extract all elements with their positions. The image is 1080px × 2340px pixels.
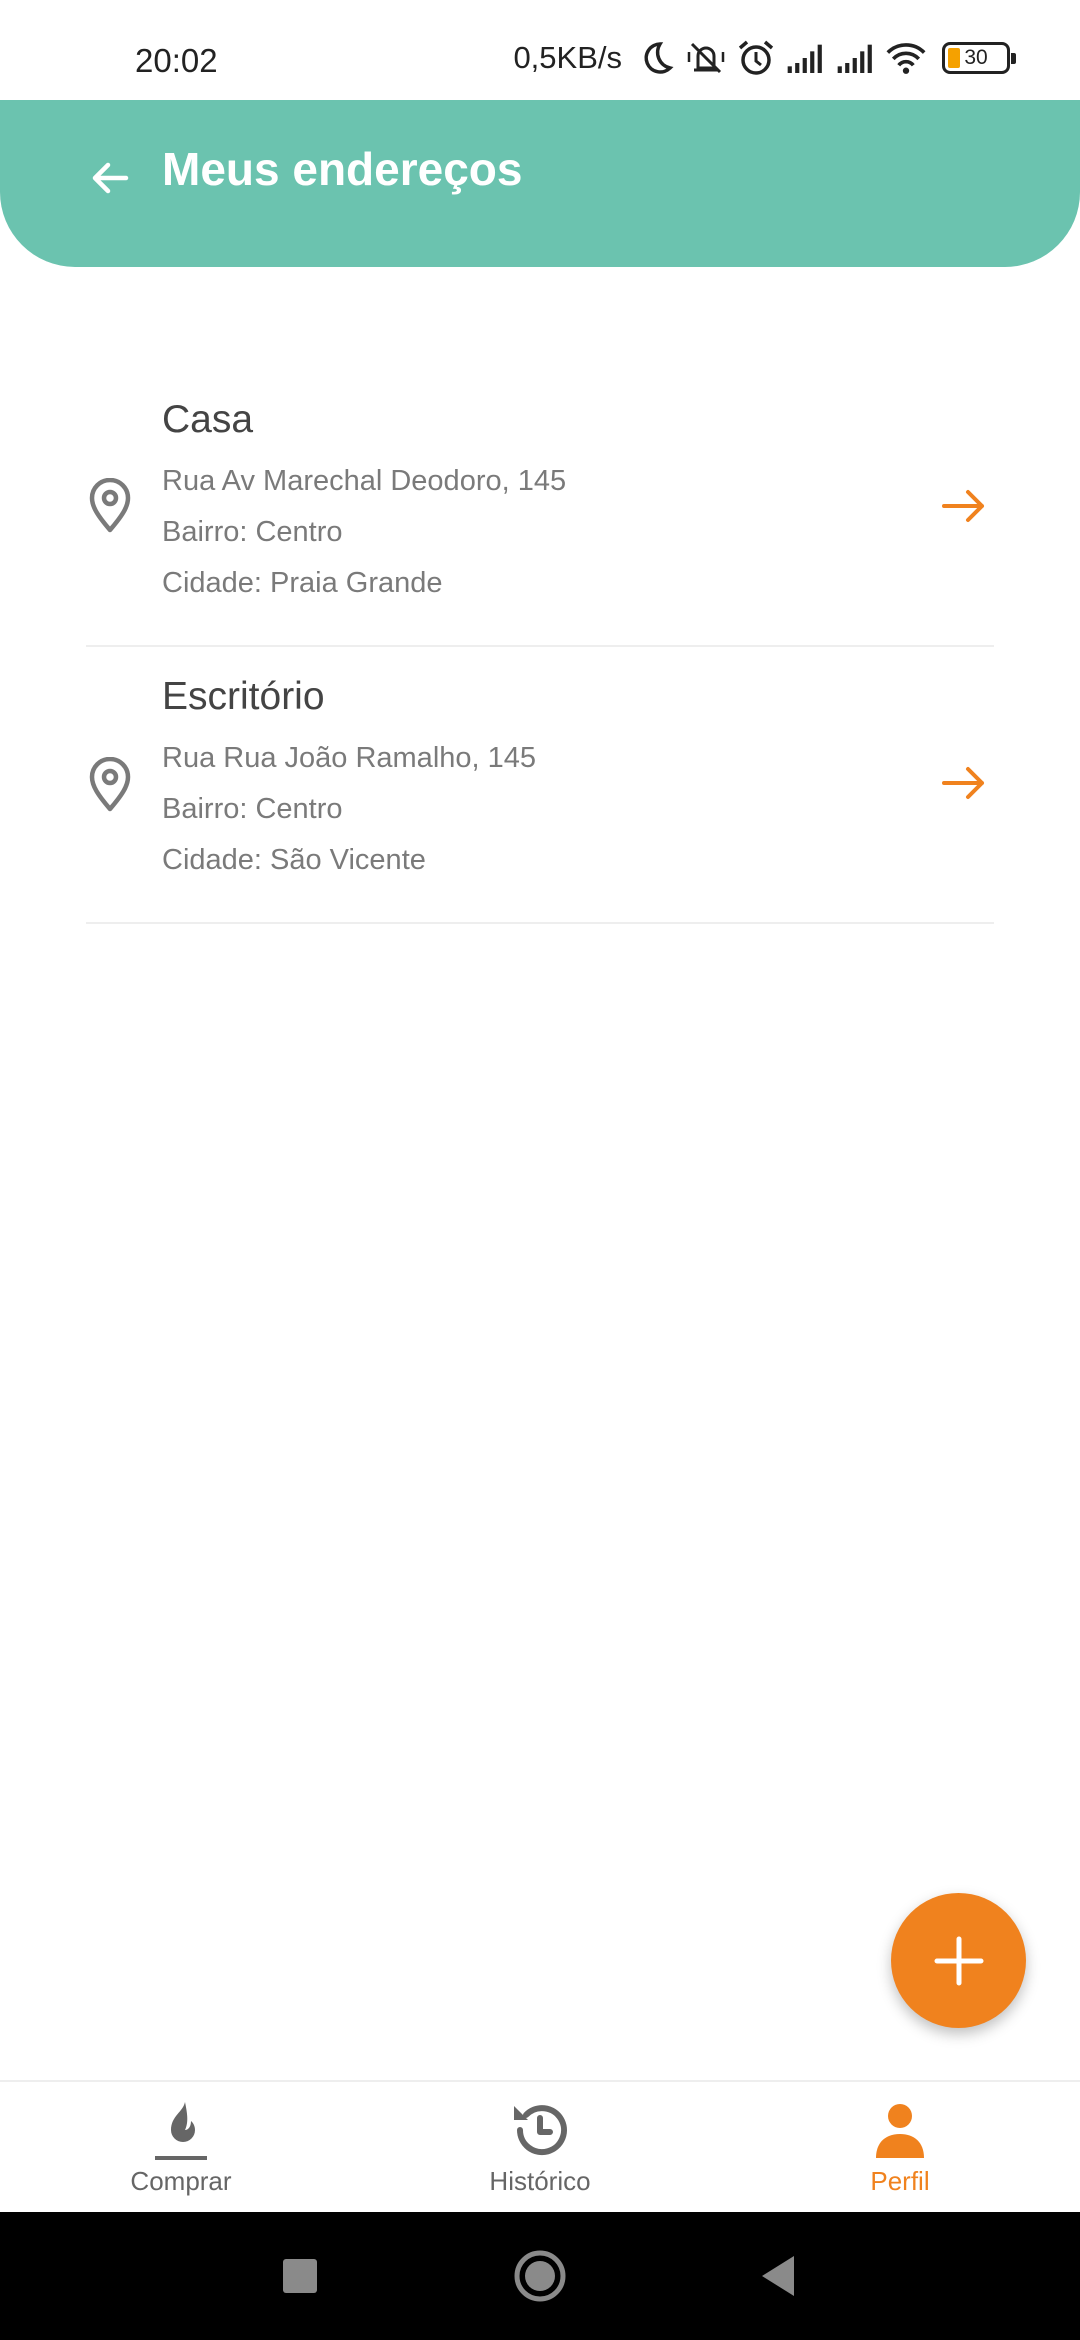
history-icon xyxy=(514,2105,567,2156)
add-address-button[interactable] xyxy=(891,1893,1026,2028)
address-list: Casa Rua Av Marechal Deodoro, 145 Bairro… xyxy=(86,370,994,924)
arrow-left-icon xyxy=(92,162,129,194)
location-pin-icon xyxy=(89,757,131,812)
person-icon xyxy=(876,2104,924,2158)
address-neighborhood: Bairro: Centro xyxy=(162,793,343,825)
address-street: Rua Rua João Ramalho, 145 xyxy=(162,742,537,774)
status-icons: 0,5KB/s 30 xyxy=(513,38,1016,78)
nav-label: Histórico xyxy=(489,2166,591,2196)
page-title: Meus endereços xyxy=(162,143,523,195)
arrow-right-icon[interactable] xyxy=(938,480,990,532)
signal-icon xyxy=(837,44,872,73)
address-neighborhood: Bairro: Centro xyxy=(162,516,343,548)
nav-item-perfil[interactable]: Perfil xyxy=(790,2098,1010,2197)
battery-icon: 30 xyxy=(942,42,1016,74)
network-speed: 0,5KB/s xyxy=(513,40,622,75)
back-icon[interactable] xyxy=(750,2248,806,2304)
arrow-right-icon[interactable] xyxy=(938,757,990,809)
address-city: Cidade: São Vicente xyxy=(162,844,426,876)
plus-icon xyxy=(934,1936,983,1985)
app-header: Meus endereços xyxy=(0,100,1080,267)
alarm-icon xyxy=(738,40,774,75)
address-name: Escritório xyxy=(162,675,325,718)
status-bar: 20:02 0,5KB/s 30 xyxy=(0,0,1080,100)
recents-icon[interactable] xyxy=(272,2248,328,2304)
signal-icon xyxy=(787,44,822,73)
address-item[interactable]: Casa Rua Av Marechal Deodoro, 145 Bairro… xyxy=(86,370,994,647)
bottom-nav: Comprar Histórico Perfil xyxy=(0,2080,1080,2212)
address-item[interactable]: Escritório Rua Rua João Ramalho, 145 Bai… xyxy=(86,647,994,924)
battery-level: 30 xyxy=(964,46,988,69)
nav-item-comprar[interactable]: Comprar xyxy=(71,2098,291,2197)
status-time: 20:02 xyxy=(135,42,218,79)
nav-item-historico[interactable]: Histórico xyxy=(430,2098,650,2197)
flame-icon xyxy=(155,2102,207,2160)
address-name: Casa xyxy=(162,398,254,441)
nav-label: Comprar xyxy=(130,2166,232,2196)
address-city: Cidade: Praia Grande xyxy=(162,567,443,599)
home-icon[interactable] xyxy=(512,2248,568,2304)
address-street: Rua Av Marechal Deodoro, 145 xyxy=(162,465,567,497)
system-nav-bar xyxy=(0,2212,1080,2340)
vibrate-off-icon xyxy=(687,42,725,74)
nav-label: Perfil xyxy=(870,2166,930,2196)
address-details: Casa Rua Av Marechal Deodoro, 145 Bairro… xyxy=(162,398,566,609)
moon-icon xyxy=(644,42,674,74)
wifi-icon xyxy=(886,43,926,74)
back-button[interactable] xyxy=(78,146,142,210)
location-pin-icon xyxy=(89,478,131,533)
address-details: Escritório Rua Rua João Ramalho, 145 Bai… xyxy=(162,675,536,886)
